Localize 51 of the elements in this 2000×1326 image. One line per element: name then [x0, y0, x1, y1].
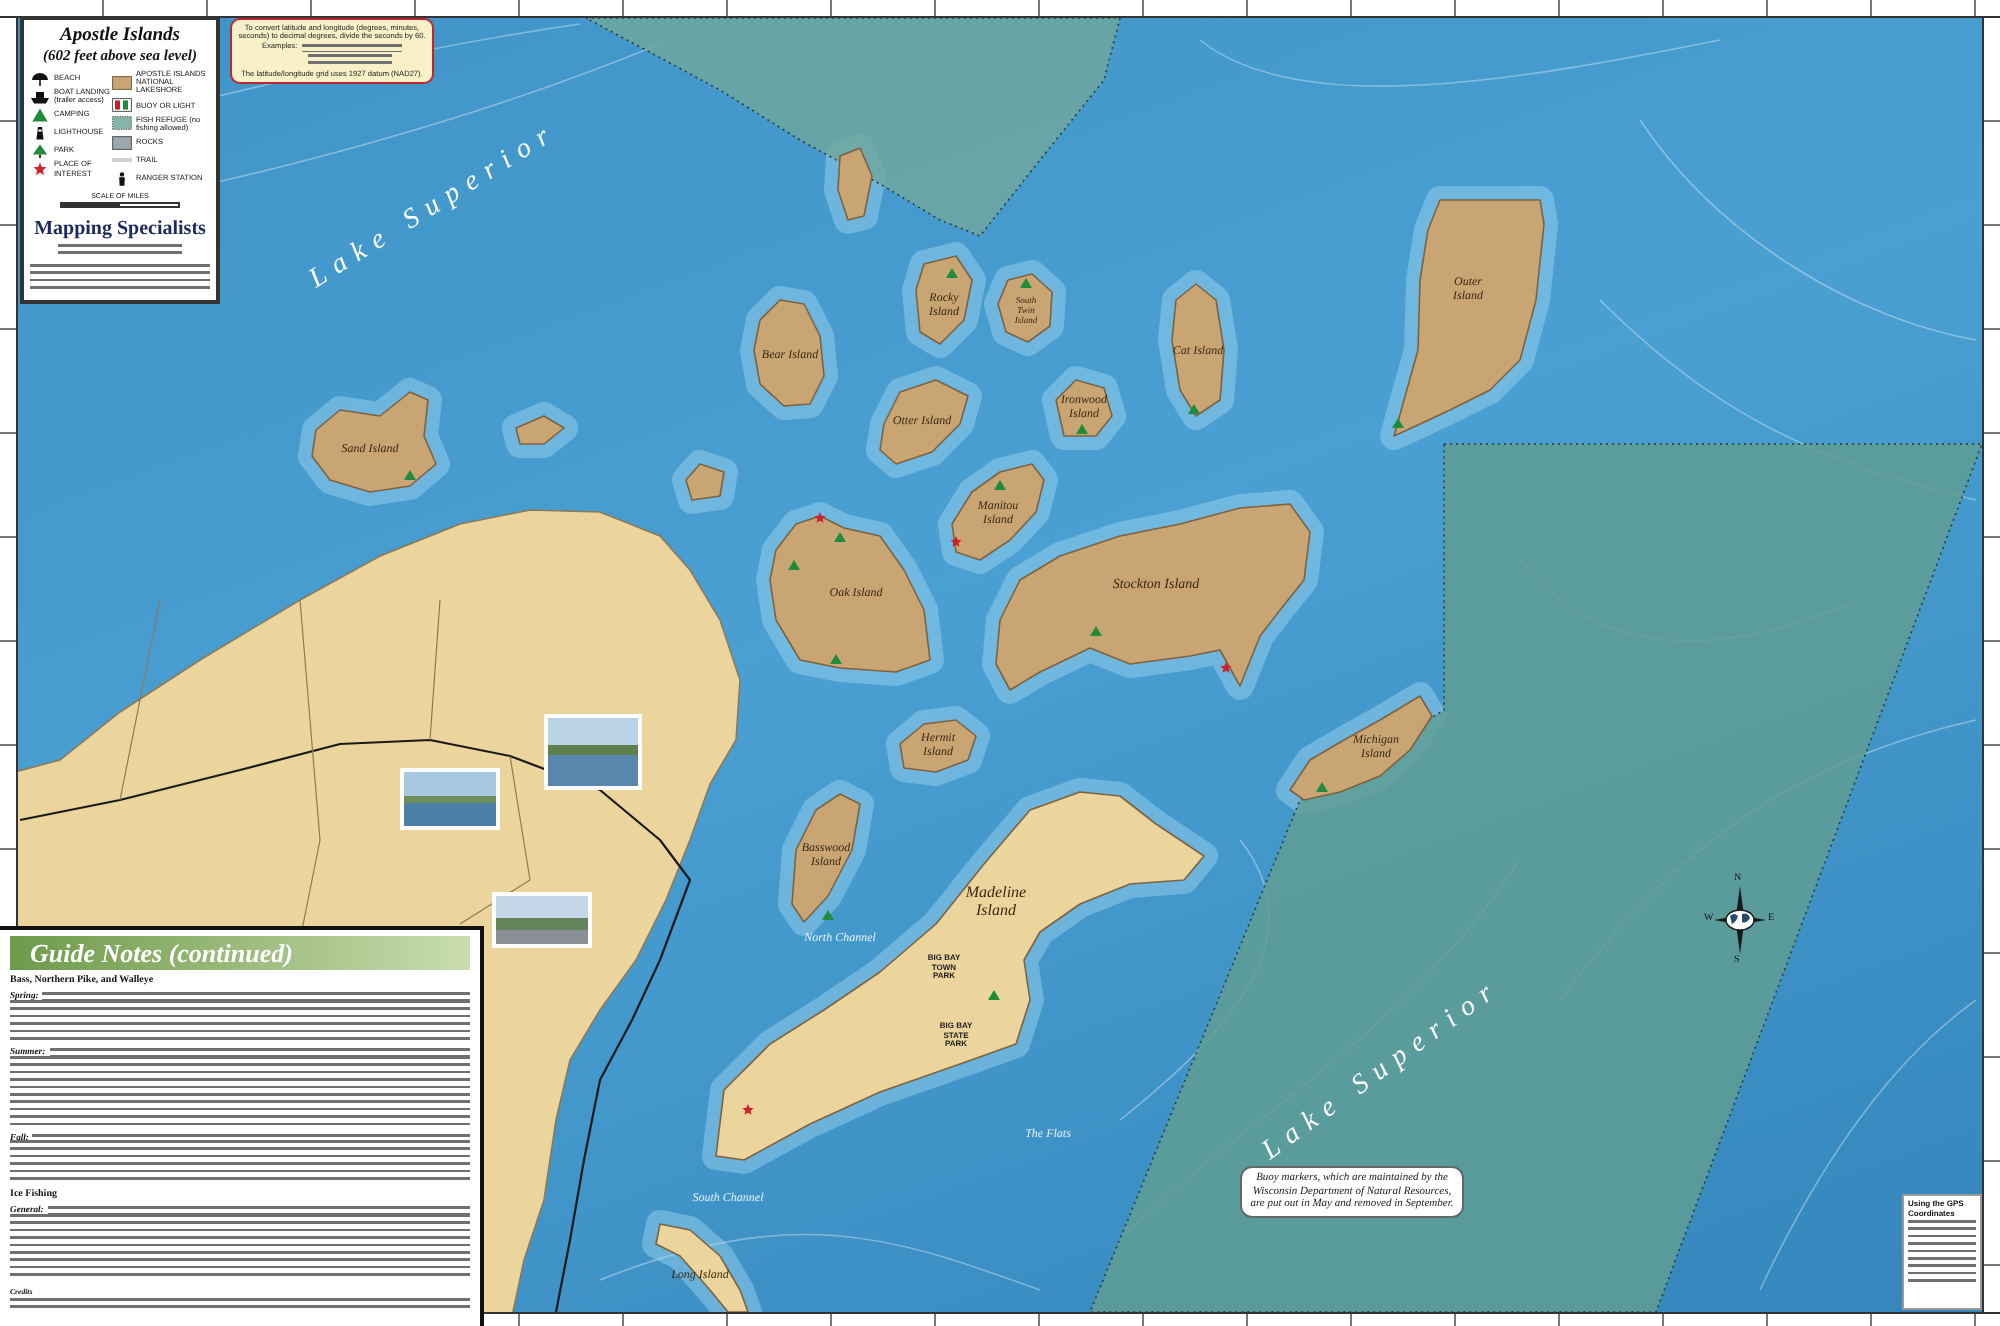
tent-icon	[404, 470, 416, 480]
photo-placeholder	[492, 892, 592, 948]
island	[997, 273, 1053, 343]
island	[1055, 379, 1113, 437]
star-icon	[950, 536, 962, 547]
tent-icon	[1188, 404, 1200, 414]
buoy-swatch-icon	[112, 98, 132, 113]
star-icon	[814, 512, 826, 523]
tent-icon	[988, 990, 1000, 1000]
rocks-swatch-icon	[112, 135, 132, 150]
publisher-logo: Mapping Specialists	[32, 218, 208, 243]
scale-bar	[60, 202, 180, 209]
tent-icon	[30, 107, 50, 122]
tent-icon	[1076, 424, 1088, 434]
star-icon	[30, 162, 50, 177]
island	[837, 147, 873, 221]
legend-title: Apostle Islands	[57, 26, 182, 46]
tree-icon	[30, 143, 50, 158]
compass-rose-icon	[1714, 886, 1766, 954]
tent-icon	[1090, 626, 1102, 636]
photo-placeholder	[544, 714, 642, 790]
tent-icon	[822, 910, 834, 920]
photo-placeholder	[400, 768, 500, 830]
island	[1289, 695, 1433, 801]
tent-icon	[1316, 782, 1328, 792]
tent-icon	[788, 560, 800, 570]
island	[899, 719, 977, 773]
star-icon	[742, 1104, 754, 1115]
island	[311, 391, 437, 493]
island	[753, 299, 825, 407]
lakeshore-swatch-icon	[112, 75, 132, 90]
guide-notes-heading: Guide Notes (continued)	[10, 936, 470, 970]
boat-icon	[30, 89, 50, 104]
tent-icon	[946, 268, 958, 278]
tent-icon	[1020, 278, 1032, 288]
tent-icon	[1392, 418, 1404, 428]
text-lines-drawing	[1908, 1220, 1976, 1287]
shallow-water	[502, 402, 578, 458]
island	[655, 1223, 749, 1312]
beach-umbrella-icon	[30, 71, 50, 85]
refuge-swatch-icon	[112, 116, 132, 131]
island	[915, 255, 973, 345]
lighthouse-icon	[30, 125, 50, 140]
island	[1171, 283, 1225, 417]
tent-icon	[830, 654, 842, 664]
island	[515, 415, 565, 445]
island	[685, 463, 725, 501]
star-icon	[1220, 662, 1232, 673]
island	[879, 379, 969, 465]
island-label: Madeline Island	[963, 885, 1029, 919]
tent-icon	[834, 532, 846, 542]
